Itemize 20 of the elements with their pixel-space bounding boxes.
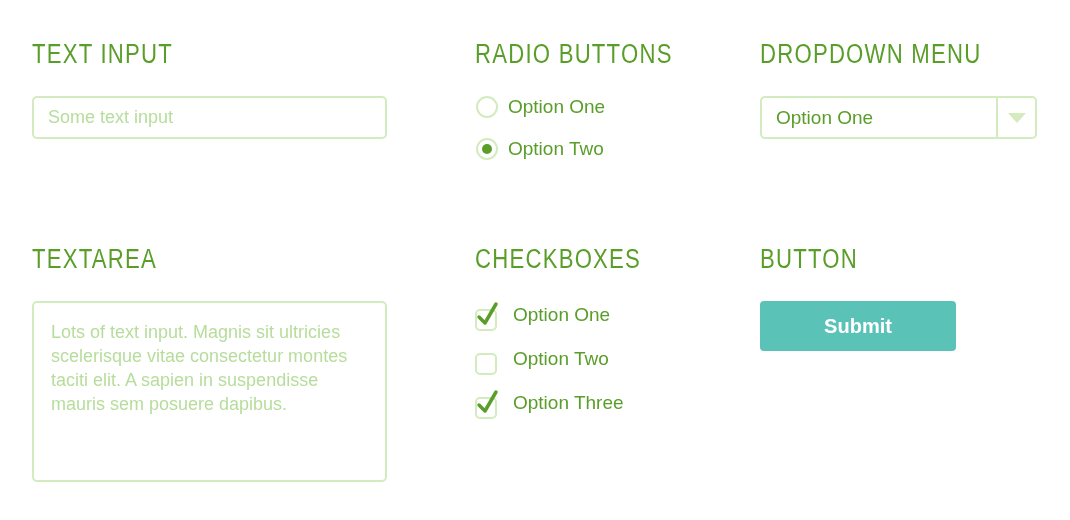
- dropdown-arrow-icon: [1007, 112, 1026, 123]
- section-heading: TEXTAREA: [32, 243, 158, 276]
- radio-button[interactable]: [476, 138, 498, 160]
- section-heading: DROPDOWN MENU: [760, 38, 982, 71]
- text-input-field[interactable]: Some text input: [32, 96, 387, 139]
- section-heading: RADIO BUTTONS: [475, 38, 673, 71]
- radio-label: Option Two: [508, 138, 604, 160]
- section-heading: TEXT INPUT: [32, 38, 174, 71]
- checkbox-label: Option Three: [513, 392, 624, 415]
- checkbox-label: Option Two: [513, 348, 609, 371]
- checkbox[interactable]: [475, 389, 501, 419]
- radio-label: Option One: [508, 96, 606, 118]
- submit-button[interactable]: Submit: [760, 301, 956, 351]
- dropdown-menu[interactable]: Option One: [760, 96, 1037, 139]
- radio-button[interactable]: [476, 96, 498, 118]
- section-heading: CHECKBOXES: [475, 243, 642, 276]
- checkbox-label: Option One: [513, 304, 611, 327]
- section-heading: BUTTON: [760, 243, 858, 276]
- textarea-field[interactable]: Lots of text input. Magnis sit ultricies scelerisque vitae consectetur montes taciti elit. A sapien in suspendisse mauris sem posuere dapibus.: [32, 301, 387, 482]
- checkbox[interactable]: [475, 301, 501, 331]
